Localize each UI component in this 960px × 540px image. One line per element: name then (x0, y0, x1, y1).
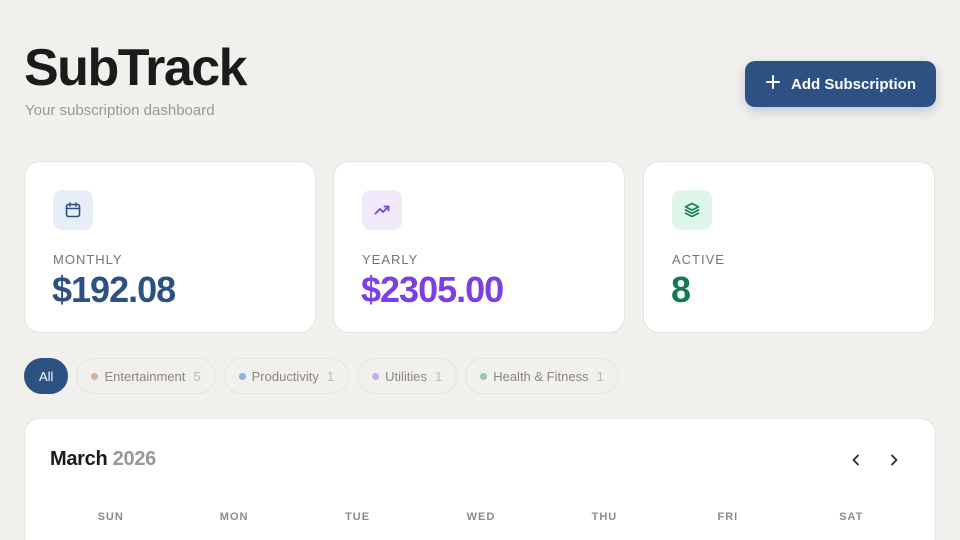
app-title: SubTrack (24, 39, 248, 97)
yearly-label: YEARLY (362, 252, 419, 267)
calendar-icon (53, 190, 93, 230)
monthly-stat-card: MONTHLY $192.08 (24, 161, 316, 333)
previous-month-button[interactable] (843, 447, 869, 473)
monthly-value: $192.08 (52, 269, 176, 310)
weekday-label: WED (466, 511, 496, 523)
weekday-header: SUN MON TUE WED THU FRI SAT (49, 511, 913, 523)
weekday-label: MON (219, 511, 249, 523)
yearly-value: $2305.00 (361, 269, 504, 310)
plus-icon (765, 72, 781, 94)
filter-count: 1 (596, 368, 604, 384)
weekday-label: SUN (97, 511, 124, 523)
active-value: 8 (671, 269, 691, 310)
filter-productivity[interactable]: Productivity 1 (223, 358, 350, 394)
filter-entertainment[interactable]: Entertainment 5 (76, 358, 216, 394)
active-stat-card: ACTIVE 8 (643, 161, 935, 333)
filter-count: 1 (434, 368, 443, 384)
trending-up-icon (362, 190, 402, 230)
add-subscription-button[interactable]: Add Subscription (745, 61, 936, 107)
filter-label: Health & Fitness (493, 368, 589, 384)
category-dot-icon (372, 372, 380, 380)
calendar-month-title: March 2026 (50, 448, 156, 471)
weekday-label: SAT (839, 511, 864, 523)
filter-label: Utilities (385, 368, 427, 384)
filter-utilities[interactable]: Utilities 1 (357, 358, 458, 394)
category-filters: All Entertainment 5 Productivity 1 Utili… (24, 358, 619, 394)
filter-label: Productivity (251, 368, 319, 384)
layers-icon (672, 190, 712, 230)
calendar-month: March (50, 448, 108, 470)
chevron-left-icon (852, 454, 859, 466)
weekday-label: TUE (345, 511, 371, 523)
filter-label: Entertainment (104, 368, 186, 384)
yearly-stat-card: YEARLY $2305.00 (333, 161, 625, 333)
filter-all[interactable]: All (24, 358, 69, 394)
filter-all-label: All (39, 368, 54, 384)
weekday-label: THU (591, 511, 618, 523)
monthly-label: MONTHLY (53, 252, 123, 267)
category-dot-icon (238, 372, 246, 380)
next-month-button[interactable] (881, 447, 907, 473)
dashboard-page: SubTrack Your subscription dashboard Add… (0, 0, 960, 540)
filter-health-fitness[interactable]: Health & Fitness 1 (465, 358, 619, 394)
active-label: ACTIVE (672, 252, 725, 267)
calendar-year: 2026 (112, 448, 157, 470)
add-subscription-label: Add Subscription (791, 75, 916, 93)
weekday-label: FRI (717, 511, 739, 523)
filter-count: 1 (326, 368, 335, 384)
category-dot-icon (91, 372, 99, 380)
calendar-card: March 2026 SUN MON TUE WED THU FRI SAT (24, 418, 936, 540)
chevron-right-icon (891, 454, 898, 466)
app-subtitle: Your subscription dashboard (25, 102, 215, 119)
category-dot-icon (480, 372, 488, 380)
filter-count: 5 (193, 368, 201, 384)
